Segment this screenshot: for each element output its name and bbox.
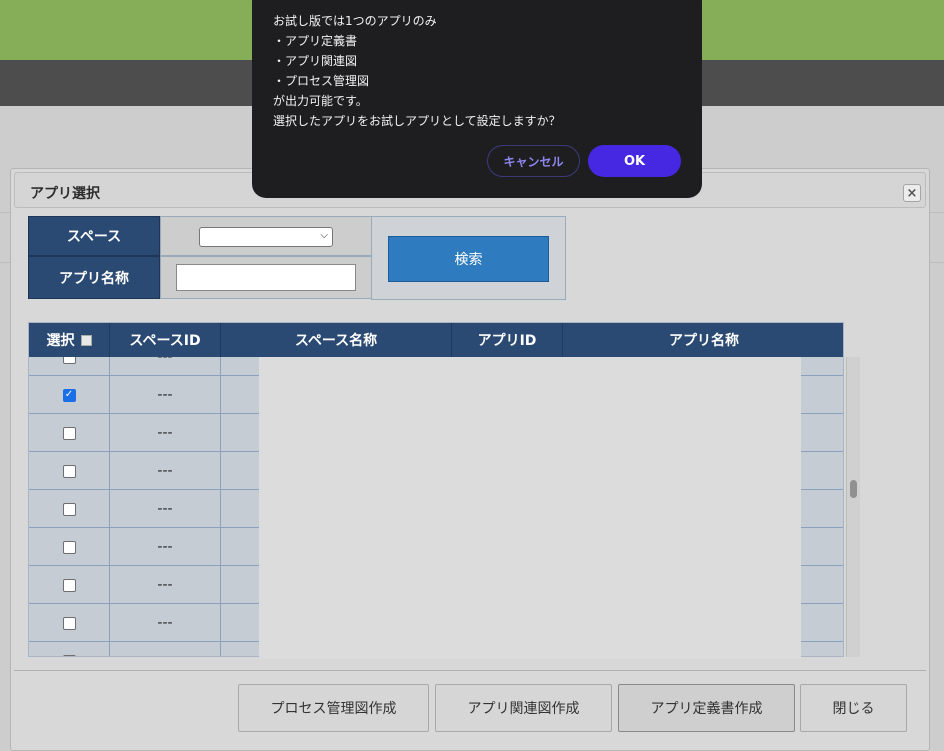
space-id-value: ---	[157, 577, 173, 593]
space-id-cell: ---	[110, 414, 221, 452]
space-select[interactable]: ⌵	[199, 227, 333, 247]
select-cell	[29, 528, 110, 566]
app-name-field-cell	[160, 256, 372, 299]
row-checkbox[interactable]	[62, 464, 76, 478]
space-id-cell: ---	[110, 566, 221, 604]
ok-button[interactable]: OK	[588, 145, 681, 177]
space-id-cell: ---	[110, 376, 221, 414]
select-cell	[29, 490, 110, 528]
table-scrollbar[interactable]	[846, 357, 860, 657]
chevron-down-icon: ⌵	[320, 230, 328, 241]
modal-title: アプリ選択	[30, 186, 100, 202]
space-id-value: ---	[157, 539, 173, 555]
space-id-cell: ---	[110, 528, 221, 566]
space-id-cell: ---	[110, 604, 221, 642]
row-checkbox[interactable]	[62, 540, 76, 554]
space-id-value: ---	[157, 501, 173, 517]
row-checkbox[interactable]	[62, 502, 76, 516]
footer-divider	[14, 670, 926, 671]
search-panel: スペース ⌵ アプリ名称 検索	[28, 216, 566, 300]
cancel-button[interactable]: キャンセル	[487, 145, 580, 177]
space-id-value: ---	[157, 357, 173, 365]
table-header: 選択 スペースID スペース名称 アプリID アプリ名称	[29, 323, 843, 357]
space-id-cell: ---	[110, 357, 221, 376]
header-select: 選択	[29, 323, 110, 357]
close-icon[interactable]: ×	[903, 184, 921, 202]
create-process-diagram-button[interactable]: プロセス管理図作成	[238, 684, 429, 732]
row-checkbox[interactable]	[62, 616, 76, 630]
confirm-dialog: お試し版では1つのアプリのみ ・アプリ定義書 ・アプリ関連図 ・プロセス管理図 …	[252, 0, 702, 198]
dialog-message: お試し版では1つのアプリのみ ・アプリ定義書 ・アプリ関連図 ・プロセス管理図 …	[273, 14, 561, 128]
app-select-modal: アプリ選択 × スペース ⌵ アプリ名称 検索 選択 スペースID スペース名称…	[10, 168, 930, 751]
select-cell	[29, 566, 110, 604]
space-id-value: ---	[157, 653, 172, 656]
row-checkbox[interactable]	[62, 654, 76, 656]
space-id-value: ---	[157, 425, 173, 441]
select-cell	[29, 452, 110, 490]
app-name-label: アプリ名称	[28, 256, 160, 299]
space-id-cell: ---	[110, 452, 221, 490]
header-select-label: 選択	[46, 333, 75, 349]
create-app-definition-button[interactable]: アプリ定義書作成	[618, 684, 795, 732]
space-id-value: ---	[157, 463, 173, 479]
select-cell: ✓	[29, 376, 110, 414]
blank-overlay-panel	[259, 357, 801, 659]
row-checkbox[interactable]	[62, 426, 76, 440]
header-space-name: スペース名称	[221, 323, 452, 357]
scrollbar-thumb[interactable]	[850, 480, 857, 498]
search-button[interactable]: 検索	[388, 236, 549, 282]
space-id-cell: ---	[110, 642, 221, 656]
row-checkbox[interactable]	[62, 357, 76, 364]
select-cell	[29, 604, 110, 642]
create-app-relation-diagram-button[interactable]: アプリ関連図作成	[435, 684, 612, 732]
header-app-name: アプリ名称	[669, 333, 739, 349]
select-cell	[29, 357, 110, 376]
header-space-id: スペースID	[110, 323, 221, 357]
app-name-input[interactable]	[176, 264, 356, 291]
space-id-value: ---	[157, 387, 173, 403]
space-field-cell: ⌵	[160, 216, 372, 256]
select-all-checkbox[interactable]	[80, 334, 92, 346]
select-cell	[29, 414, 110, 452]
row-checkbox[interactable]: ✓	[62, 388, 76, 402]
header-app-id: アプリID	[452, 323, 563, 357]
select-cell	[29, 642, 110, 656]
search-button-cell: 検索	[371, 216, 566, 300]
space-id-cell: ---	[110, 490, 221, 528]
row-checkbox[interactable]	[62, 578, 76, 592]
space-label: スペース	[28, 216, 160, 256]
close-button[interactable]: 閉じる	[800, 684, 907, 732]
space-id-value: ---	[157, 615, 173, 631]
